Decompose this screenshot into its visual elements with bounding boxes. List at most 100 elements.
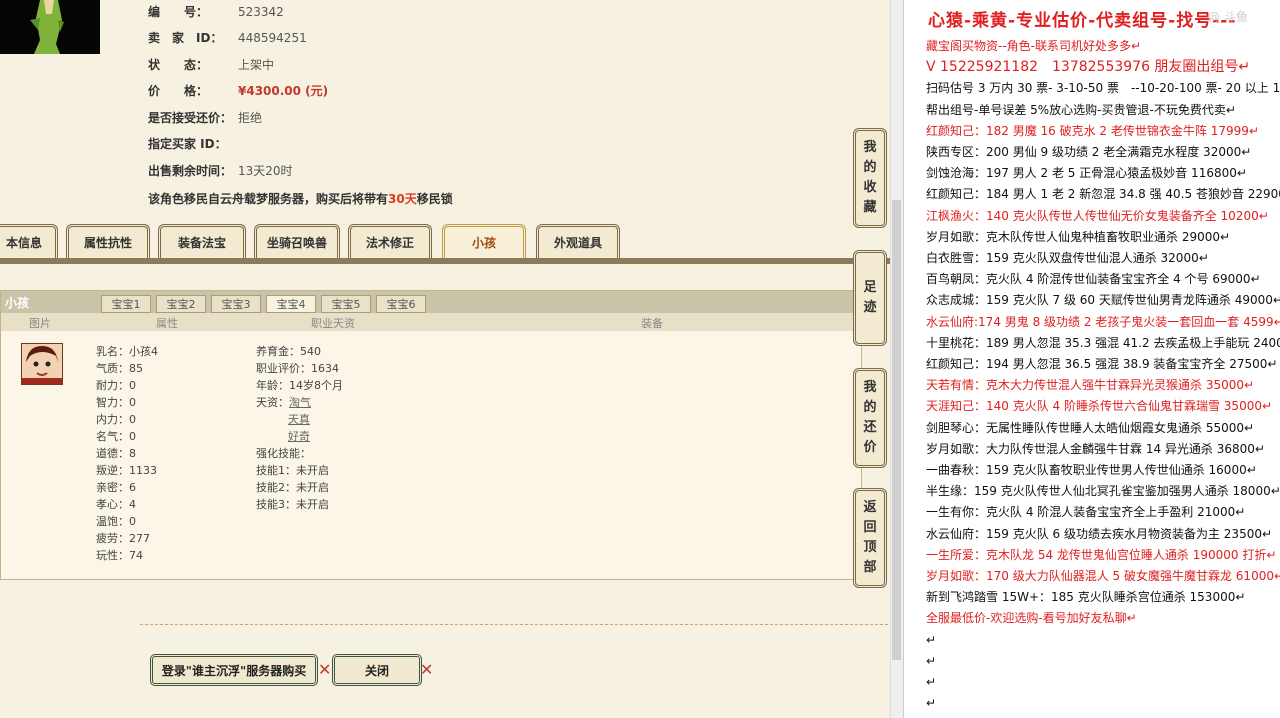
side-char: 还 xyxy=(863,420,877,435)
stat-funds: 养育金：540 xyxy=(256,345,321,358)
info-row-seller: 卖 家 ID： 448594251 xyxy=(148,31,307,45)
overlay-line: 江枫渔火：140 克火队传世人传世仙无价女鬼装备齐全 10200↵ xyxy=(926,208,1269,223)
footprint-button[interactable]: 足迹 xyxy=(853,250,887,346)
overlay-line: 一曲春秋：159 克火队畜牧职业传世男人传世仙通杀 16000↵ xyxy=(926,463,1257,477)
overlay-line: 新到飞鸿踏雪 15W+：185 克火队睡杀宫位通杀 153000↵ xyxy=(926,590,1246,605)
side-char: 价 xyxy=(863,440,877,455)
overlay-line: 半生缘：159 克火队传世人仙北冥孔雀宝鉴加强男人通杀 18000↵ xyxy=(926,484,1280,499)
side-char: 我 xyxy=(863,380,877,395)
stat-fame: 名气：0 xyxy=(96,430,136,443)
overlay-line: 十里桃花：189 男人忽混 35.3 强混 41.2 去疾孟极上手能玩 2400… xyxy=(926,335,1280,350)
overlay-line: 白衣胜雪：159 克火队双盘传世仙混人通杀 32000↵ xyxy=(926,251,1209,265)
stat-skill-1: 技能1：未开启 xyxy=(256,464,329,477)
close-button[interactable]: 关闭 xyxy=(332,654,422,686)
stream-overlay-notes: 心猿-乘黄-专业估价-代卖组号-找号--- @ 斗鱼 藏宝阁买物资--角色-联系… xyxy=(903,0,1280,718)
stat-enhance-skill: 强化技能： xyxy=(256,447,311,460)
overlay-line: 一生有你：克火队 4 阶混人装备宝宝齐全上手盈利 21000↵ xyxy=(926,505,1246,520)
tab-spells[interactable]: 法术修正 xyxy=(348,224,432,258)
stat-intimacy: 亲密：6 xyxy=(96,481,136,494)
overlay-line: 剑蚀沧海：197 男人 2 老 5 正骨混心猿孟极妙音 116800↵ xyxy=(926,166,1247,181)
aptitude-link-innocent[interactable]: 天真 xyxy=(288,413,310,426)
stat-skill-2: 技能2：未开启 xyxy=(256,481,329,494)
overlay-line: 帮出组号-单号误差 5%放心选购-买贵管退-不玩免费代卖↵ xyxy=(926,102,1236,117)
col-image: 图片 xyxy=(29,317,51,330)
subtab-baby-6[interactable]: 宝宝6 xyxy=(376,295,426,313)
character-figure-icon xyxy=(0,0,100,54)
info-row-price: 价 格： ¥4300.00 (元) xyxy=(148,84,329,98)
side-char: 的 xyxy=(863,400,877,415)
stat-playfulness: 玩性：74 xyxy=(96,549,143,562)
aptitude-link-curious[interactable]: 好奇 xyxy=(288,430,310,443)
col-attributes: 属性 xyxy=(156,317,178,330)
overlay-line: 百鸟朝凤：克火队 4 阶混传世仙装备宝宝齐全 4 个号 69000↵ xyxy=(926,272,1261,287)
overlay-line: 藏宝阁买物资--角色-联系司机好处多多↵ xyxy=(926,39,1142,53)
stat-intelligence: 智力：0 xyxy=(96,396,136,409)
stat-internal: 内力：0 xyxy=(96,413,136,426)
overlay-line: 红颜知己：184 男人 1 老 2 新忽混 34.8 强 40.5 苍狼妙音 2… xyxy=(926,187,1280,202)
tab-attributes[interactable]: 属性抗性 xyxy=(66,224,150,258)
overlay-line: 天涯知己：140 克火队 4 阶睡杀传世六合仙鬼甘霖瑞雪 35000↵ xyxy=(926,399,1273,414)
overlay-line: ↵ xyxy=(926,653,937,668)
col-equipment: 装备 xyxy=(641,317,663,330)
stat-morality: 道德：8 xyxy=(96,447,136,460)
tab-mounts[interactable]: 坐骑召唤兽 xyxy=(254,224,340,258)
trade-detail-page: 编 号： 523342 卖 家 ID： 448594251 状 态： 上架中 价 格：… xyxy=(0,0,890,718)
overlay-line: 全服最低价-欢迎选购-看号加好友私聊↵ xyxy=(926,611,1137,626)
side-char: 迹 xyxy=(863,300,877,315)
tab-divider xyxy=(0,258,890,264)
login-buy-button[interactable]: 登录"谁主沉浮"服务器购买 xyxy=(150,654,318,686)
side-char: 收 xyxy=(863,180,877,195)
close-x-icon: ✕ xyxy=(318,660,332,679)
overlay-title: 心猿-乘黄-专业估价-代卖组号-找号--- xyxy=(928,11,1237,31)
col-aptitude: 职业天资 xyxy=(311,317,355,330)
overlay-line: 红颜知己：194 男人忽混 36.5 强混 38.9 装备宝宝齐全 27500↵ xyxy=(926,357,1278,371)
side-char: 顶 xyxy=(863,540,877,555)
overlay-line: 水云仙府：159 克火队 6 级功绩去疾水月物资装备为主 23500↵ xyxy=(926,526,1273,541)
tab-child[interactable]: 小孩 xyxy=(442,224,526,258)
scrollbar-thumb[interactable] xyxy=(892,200,901,660)
column-header: 图片 属性 职业天资 装备 xyxy=(1,313,861,331)
subtab-baby-3[interactable]: 宝宝3 xyxy=(211,295,261,313)
overlay-line: ↵ xyxy=(926,696,937,711)
stat-aptitude-3: 好奇 xyxy=(288,428,310,445)
stat-fatigue: 疲劳：277 xyxy=(96,532,150,545)
stat-skill-3: 技能3：未开启 xyxy=(256,498,329,511)
overlay-line: 岁月如歌：170 级大力队仙器混人 5 破女魔强牛魔甘霖龙 61000↵ xyxy=(926,569,1280,583)
info-row-time: 出售剩余时间： 13天20时 xyxy=(148,164,293,178)
tab-basic-info[interactable]: 本信息 xyxy=(0,224,58,258)
overlay-line: 红颜知己：182 男魔 16 破克水 2 老传世锦衣金牛阵 17999↵ xyxy=(926,123,1259,138)
info-row-buyer: 指定买家 ID： xyxy=(148,137,227,151)
side-char: 回 xyxy=(863,520,877,535)
overlay-line: 岁月如歌：大力队传世混人金麟强牛甘霖 14 异光通杀 36800↵ xyxy=(926,441,1265,456)
side-char: 返 xyxy=(863,500,877,515)
tab-equipment[interactable]: 装备法宝 xyxy=(158,224,246,258)
info-row-id: 编 号： 523342 xyxy=(148,5,284,19)
tab-appearance[interactable]: 外观道具 xyxy=(536,224,620,258)
close-x-icon: ✕ xyxy=(420,660,434,679)
info-row-status: 状 态： 上架中 xyxy=(148,58,275,72)
back-to-top-button[interactable]: 返回顶部 xyxy=(853,488,887,588)
my-favorites-button[interactable]: 我的收藏 xyxy=(853,128,887,228)
stat-aptitude: 天资：淘气 xyxy=(256,396,311,409)
stat-career-rating: 职业评价：1634 xyxy=(256,362,339,375)
stat-filial: 孝心：4 xyxy=(96,498,136,511)
douyu-watermark: @ 斗鱼 xyxy=(1208,10,1248,24)
overlay-line: 陕西专区：200 男仙 9 级功绩 2 老全满霜克水程度 32000↵ xyxy=(926,145,1252,159)
overlay-line: ↵ xyxy=(926,632,937,647)
character-portrait xyxy=(0,0,100,54)
overlay-line: 岁月如歌：克木队传世人仙鬼种植畜牧职业通杀 29000↵ xyxy=(926,229,1231,244)
my-bargain-button[interactable]: 我的还价 xyxy=(853,368,887,468)
subtab-baby-5[interactable]: 宝宝5 xyxy=(321,295,371,313)
aptitude-link-naughty[interactable]: 淘气 xyxy=(289,396,311,409)
detail-tabs: 本信息 属性抗性 装备法宝 坐骑召唤兽 法术修正 小孩 外观道具 xyxy=(0,224,890,260)
subtab-baby-4[interactable]: 宝宝4 xyxy=(266,295,316,313)
side-char: 部 xyxy=(863,560,877,575)
subtab-baby-2[interactable]: 宝宝2 xyxy=(156,295,206,313)
stat-aptitude-2: 天真 xyxy=(288,411,310,428)
side-char: 的 xyxy=(863,160,877,175)
child-avatar xyxy=(21,343,63,385)
overlay-line: 众志成城：159 克火队 7 级 60 天赋传世仙男青龙阵通杀 49000↵ xyxy=(926,293,1280,308)
price-value: ¥4300.00 (元) xyxy=(238,84,329,98)
overlay-line: ↵ xyxy=(926,675,937,689)
subtab-baby-1[interactable]: 宝宝1 xyxy=(101,295,151,313)
